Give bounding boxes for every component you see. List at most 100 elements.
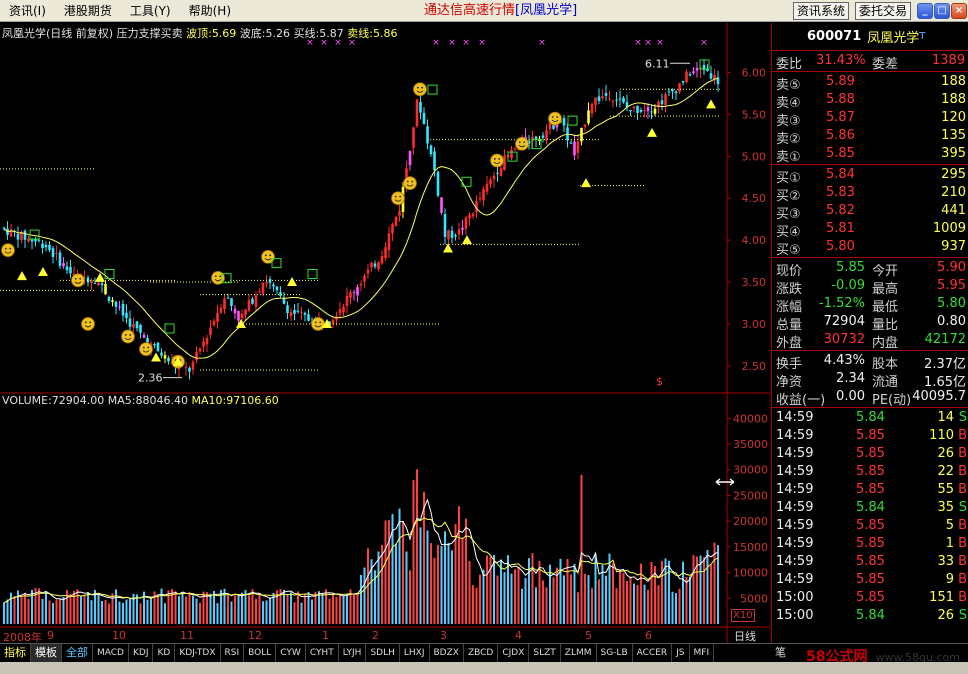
- ask-row[interactable]: 卖⑤ 5.89 188: [772, 73, 968, 93]
- tab-sdlh[interactable]: SDLH: [366, 644, 400, 662]
- tab-macd[interactable]: MACD: [93, 644, 129, 662]
- candle-body: [482, 188, 485, 201]
- tab-lhxj[interactable]: LHXJ: [400, 644, 430, 662]
- volume-info-line: VOLUME:72904.00 MA5:88046.40 MA10:97106.…: [2, 394, 279, 407]
- smiley-eye: [411, 180, 414, 183]
- tick-row[interactable]: 14:59 5.85 26 B: [772, 445, 968, 463]
- volume-bar: [601, 564, 604, 624]
- volume-bar: [342, 595, 345, 624]
- minimize-icon[interactable]: _: [917, 3, 933, 19]
- tick-list[interactable]: 14:59 5.84 14 S 14:59 5.85 110 B 14:59 5.85 26 B 14:…: [772, 409, 968, 625]
- menu-hk-futures[interactable]: 港股期货: [55, 0, 121, 22]
- tick-row[interactable]: 14:59 5.85 1 B: [772, 535, 968, 553]
- tab-accer[interactable]: ACCER: [633, 644, 673, 662]
- bid-row[interactable]: 买④ 5.81 1009: [772, 220, 968, 240]
- candle-body: [422, 112, 426, 124]
- tick-row[interactable]: 14:59 5.85 110 B: [772, 427, 968, 445]
- candle-body: [265, 281, 268, 284]
- tick-row[interactable]: 14:59 5.85 5 B: [772, 517, 968, 535]
- tab-zlmm[interactable]: ZLMM: [561, 644, 597, 662]
- candle-body: [247, 300, 251, 311]
- bid-row[interactable]: 买② 5.83 210: [772, 184, 968, 204]
- tab-kdj[interactable]: KDJ: [129, 644, 154, 662]
- candle-body: [226, 297, 230, 299]
- tab-mfi[interactable]: MFI: [690, 644, 715, 662]
- tab-kd[interactable]: KD: [153, 644, 176, 662]
- smiley-eye: [498, 158, 501, 160]
- tab-ticks[interactable]: 笔: [775, 644, 786, 662]
- tick-volume: 5: [945, 518, 954, 533]
- close-icon[interactable]: ×: [951, 3, 967, 19]
- smiley-eye: [74, 277, 77, 280]
- volume-bar: [216, 603, 219, 624]
- resize-cursor-icon: [715, 478, 735, 486]
- menu-info[interactable]: 资讯(I): [0, 0, 55, 22]
- tab-slzt[interactable]: SLZT: [529, 644, 561, 662]
- volume-bar: [514, 569, 516, 624]
- volume-bar: [346, 594, 348, 624]
- candle-body: [349, 292, 352, 298]
- tick-row[interactable]: 15:00 5.84 26 S: [772, 607, 968, 625]
- tick-row[interactable]: 15:00 5.85 151 B: [772, 589, 968, 607]
- signal-box-icon: [307, 268, 318, 279]
- sell-marker-icon: ×: [432, 38, 440, 48]
- tab-rsi[interactable]: RSI: [221, 644, 245, 662]
- high-annotation: 6.11: [645, 57, 670, 70]
- volume-bar: [706, 550, 709, 624]
- volume-bar: [622, 573, 625, 624]
- volume-bar: [122, 602, 124, 624]
- ask-row[interactable]: 卖② 5.86 135: [772, 127, 968, 147]
- tab--[interactable]: 指标: [0, 644, 31, 662]
- tab-zbcd[interactable]: ZBCD: [464, 644, 499, 662]
- volume-bar: [146, 599, 149, 624]
- tick-row[interactable]: 14:59 5.85 9 B: [772, 571, 968, 589]
- tab-cyw[interactable]: CYW: [276, 644, 306, 662]
- volume-bar: [405, 551, 408, 624]
- maximize-icon[interactable]: □: [934, 3, 950, 19]
- period-label[interactable]: 日线: [734, 628, 756, 644]
- tick-row[interactable]: 14:59 5.84 35 S: [772, 499, 968, 517]
- smiley-eye: [406, 180, 409, 183]
- buy-triangle-icon: [151, 352, 161, 362]
- candle-body: [632, 106, 636, 109]
- trade-button[interactable]: 委托交易: [855, 2, 912, 20]
- smiley-eye: [394, 195, 397, 198]
- tick-row[interactable]: 14:59 5.85 22 B: [772, 463, 968, 481]
- volume-bar: [482, 569, 485, 624]
- tab--[interactable]: 全部: [62, 644, 93, 662]
- volume-bar: [192, 595, 194, 624]
- candle-body: [587, 110, 590, 124]
- smiley-eye: [399, 195, 402, 198]
- kline-chart[interactable]: 6.00 5.50 5.00 4.50 4.00 3.50 3.00 2.50 40000 350…: [0, 23, 770, 644]
- candle-body: [268, 279, 272, 283]
- ask-row[interactable]: 卖① 5.85 395: [772, 145, 968, 165]
- ask-row[interactable]: 卖③ 5.87 120: [772, 109, 968, 129]
- tab-sg-lb[interactable]: SG-LB: [597, 644, 633, 662]
- tab-cjdx[interactable]: CJDX: [498, 644, 530, 662]
- candle-body: [90, 280, 93, 284]
- tab--[interactable]: 模板: [31, 644, 62, 662]
- tick-row[interactable]: 14:59 5.85 33 B: [772, 553, 968, 571]
- bid-row[interactable]: 买① 5.84 295: [772, 166, 968, 186]
- bid-row[interactable]: 买⑤ 5.80 937: [772, 238, 968, 258]
- news-system-button[interactable]: 资讯系统: [793, 2, 850, 20]
- tick-price: 5.85: [856, 464, 885, 479]
- tick-row[interactable]: 14:59 5.85 55 B: [772, 481, 968, 499]
- menu-tools[interactable]: 工具(Y): [121, 0, 180, 22]
- tab-kdj-tdx[interactable]: KDJ-TDX: [175, 644, 221, 662]
- tab-cyht[interactable]: CYHT: [306, 644, 339, 662]
- tab-js[interactable]: JS: [672, 644, 690, 662]
- chart-canvas[interactable]: 6.005.505.004.504.003.503.002.5040000350…: [0, 23, 770, 643]
- tab-boll[interactable]: BOLL: [244, 644, 277, 662]
- price-info-line: 凤凰光学(日线 前复权) 压力支撑买卖 波顶:5.69 波底:5.26 买线:5…: [2, 25, 397, 41]
- tab-bdzx[interactable]: BDZX: [430, 644, 464, 662]
- ask-row[interactable]: 卖④ 5.88 188: [772, 91, 968, 111]
- smiley-eye: [314, 321, 317, 324]
- bid-row[interactable]: 买③ 5.82 441: [772, 202, 968, 222]
- candle-body: [398, 210, 401, 216]
- tick-row[interactable]: 14:59 5.84 14 S: [772, 409, 968, 427]
- menu-help[interactable]: 帮助(H): [180, 0, 240, 22]
- stat-value: 5.85: [836, 260, 865, 275]
- tab-lyjh[interactable]: LYJH: [339, 644, 367, 662]
- app-title: 通达信高速行情[凤凰光学]: [424, 0, 577, 22]
